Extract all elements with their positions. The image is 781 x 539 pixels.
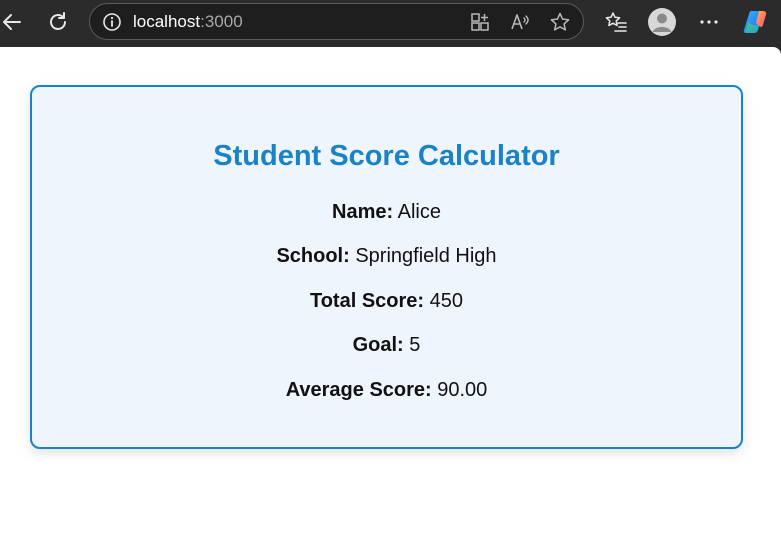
- back-arrow-icon[interactable]: [0, 6, 28, 38]
- favorite-star-icon[interactable]: [544, 6, 576, 38]
- total-score-label: Total Score:: [309, 290, 425, 312]
- address-bar[interactable]: localhost:3000: [89, 3, 584, 40]
- goal-label: Goal:: [352, 334, 404, 356]
- goal-row: Goal: 5: [32, 333, 741, 357]
- average-score-value: 90.00: [437, 379, 488, 401]
- page-title: Student Score Calculator: [213, 140, 560, 172]
- school-value: Springfield High: [355, 245, 497, 267]
- favorites-list-icon[interactable]: [600, 6, 632, 38]
- average-score-label: Average Score:: [285, 379, 432, 401]
- read-aloud-icon[interactable]: [504, 6, 536, 38]
- name-label: Name:: [332, 201, 394, 223]
- goal-value: 5: [409, 334, 421, 356]
- score-card: Student Score Calculator Name: Alice Sch…: [30, 85, 743, 449]
- school-row: School: Springfield High: [32, 244, 741, 268]
- page-viewport: Student Score Calculator Name: Alice Sch…: [0, 47, 781, 539]
- name-value: Alice: [397, 201, 441, 223]
- total-score-value: 450: [429, 290, 464, 312]
- browser-toolbar: localhost:3000: [0, 0, 781, 44]
- url-port: :3000: [200, 12, 243, 31]
- profile-avatar-icon[interactable]: [646, 6, 678, 38]
- total-score-row: Total Score: 450: [32, 289, 741, 313]
- url-text[interactable]: localhost:3000: [133, 12, 243, 32]
- refresh-icon[interactable]: [42, 6, 74, 38]
- average-score-row: Average Score: 90.00: [32, 378, 741, 402]
- copilot-icon[interactable]: [740, 6, 772, 38]
- more-dots-icon[interactable]: [693, 6, 725, 38]
- school-label: School:: [276, 245, 350, 267]
- name-row: Name: Alice: [32, 200, 741, 224]
- apps-grid-icon[interactable]: [464, 6, 496, 38]
- url-host: localhost: [133, 12, 201, 31]
- info-icon[interactable]: [96, 6, 128, 38]
